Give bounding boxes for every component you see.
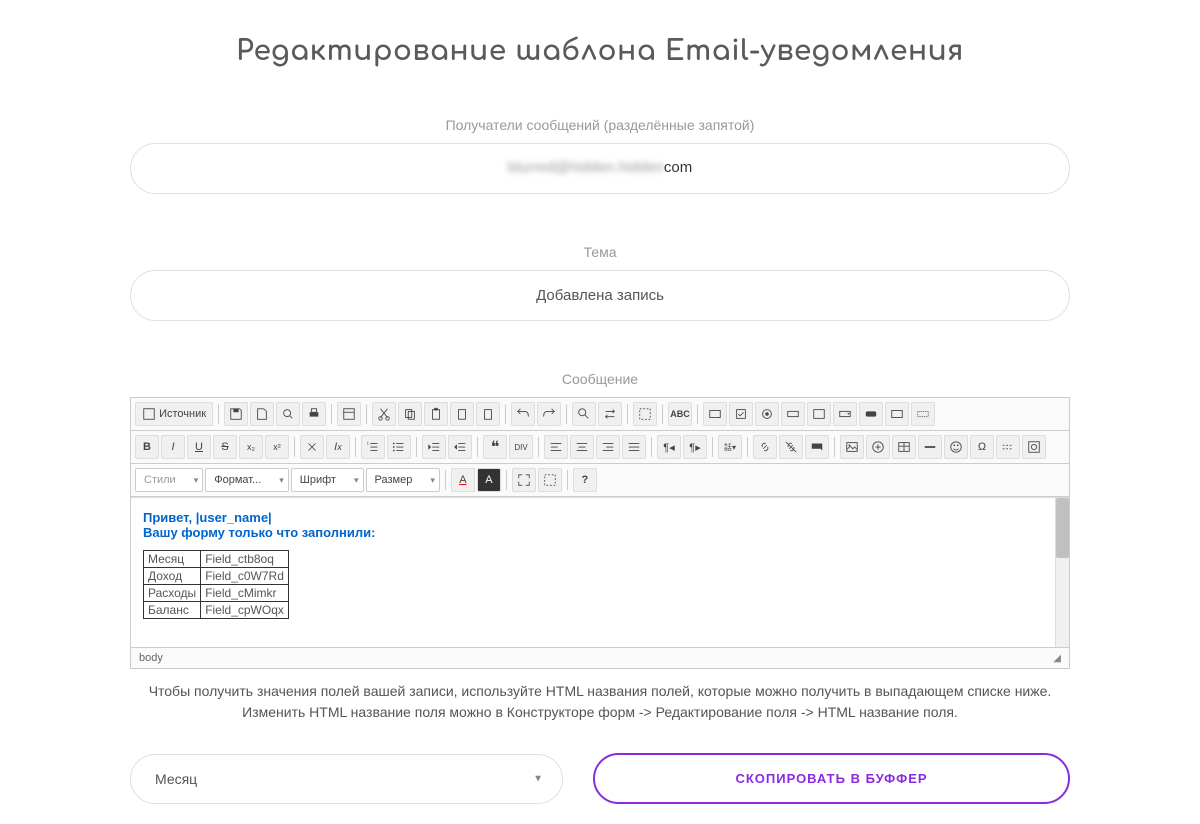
- indent-icon[interactable]: [448, 435, 472, 459]
- specialchar-icon[interactable]: Ω: [970, 435, 994, 459]
- cut-icon[interactable]: [372, 402, 396, 426]
- undo-icon[interactable]: [511, 402, 535, 426]
- flash-icon[interactable]: [866, 435, 890, 459]
- table-row: РасходыField_cMimkr: [144, 585, 289, 602]
- preview-icon[interactable]: [276, 402, 300, 426]
- table-row: ДоходField_c0W7Rd: [144, 568, 289, 585]
- redo-icon[interactable]: [537, 402, 561, 426]
- image-icon[interactable]: [840, 435, 864, 459]
- copy-icon[interactable]: [398, 402, 422, 426]
- copy-to-buffer-button[interactable]: СКОПИРОВАТЬ В БУФФЕР: [593, 753, 1070, 804]
- iframe-icon[interactable]: [1022, 435, 1046, 459]
- format-combo[interactable]: Формат...: [205, 468, 289, 492]
- recipients-input[interactable]: [130, 143, 1070, 194]
- page-title: Редактирование шаблона Email-уведомления: [130, 35, 1070, 67]
- recipients-label: Получатели сообщений (разделённые запято…: [130, 117, 1070, 133]
- hr-icon[interactable]: [918, 435, 942, 459]
- outdent-icon[interactable]: [422, 435, 446, 459]
- editor-scrollbar[interactable]: [1055, 498, 1069, 647]
- blockquote-icon[interactable]: ❝: [483, 435, 507, 459]
- radio-icon[interactable]: [755, 402, 779, 426]
- bottom-controls: Месяц ▼ СКОПИРОВАТЬ В БУФФЕР: [130, 753, 1070, 804]
- templates-icon[interactable]: [337, 402, 361, 426]
- editor-greeting: Привет, |user_name|: [143, 510, 1057, 525]
- find-icon[interactable]: [572, 402, 596, 426]
- bg-color-icon[interactable]: A: [477, 468, 501, 492]
- table-icon[interactable]: [892, 435, 916, 459]
- align-right-icon[interactable]: [596, 435, 620, 459]
- table-row: БалансField_cpWOqx: [144, 602, 289, 619]
- textfield-icon[interactable]: [781, 402, 805, 426]
- underline-icon[interactable]: U: [187, 435, 211, 459]
- field-select[interactable]: Месяц: [130, 754, 563, 804]
- spellcheck-icon[interactable]: ABC: [668, 402, 692, 426]
- superscript-icon[interactable]: x²: [265, 435, 289, 459]
- print-icon[interactable]: [302, 402, 326, 426]
- language-icon[interactable]: 話▾: [718, 435, 742, 459]
- smiley-icon[interactable]: [944, 435, 968, 459]
- pagebreak-icon[interactable]: [996, 435, 1020, 459]
- message-label: Сообщение: [130, 371, 1070, 387]
- checkbox-icon[interactable]: [729, 402, 753, 426]
- editor-content[interactable]: Привет, |user_name| Вашу форму только чт…: [131, 497, 1069, 647]
- button-icon[interactable]: [859, 402, 883, 426]
- toolbar-row-2: B I U S x₂ x² Ix 1 ❝ DIV ¶◂ ¶▸: [131, 431, 1069, 464]
- align-justify-icon[interactable]: [622, 435, 646, 459]
- new-page-icon[interactable]: [250, 402, 274, 426]
- resize-handle-icon[interactable]: ◢: [1053, 653, 1061, 664]
- show-blocks-icon[interactable]: [538, 468, 562, 492]
- copy-format-icon[interactable]: Ix: [326, 435, 350, 459]
- source-button[interactable]: Источник: [135, 402, 213, 426]
- paste-word-icon[interactable]: [476, 402, 500, 426]
- strike-icon[interactable]: S: [213, 435, 237, 459]
- bidi-ltr-icon[interactable]: ¶◂: [657, 435, 681, 459]
- editor-path: body: [139, 652, 163, 664]
- subject-label: Тема: [130, 244, 1070, 260]
- bold-icon[interactable]: B: [135, 435, 159, 459]
- hiddenfield-icon[interactable]: [911, 402, 935, 426]
- subscript-icon[interactable]: x₂: [239, 435, 263, 459]
- replace-icon[interactable]: [598, 402, 622, 426]
- bidi-rtl-icon[interactable]: ¶▸: [683, 435, 707, 459]
- select-all-icon[interactable]: [633, 402, 657, 426]
- subject-input[interactable]: [130, 270, 1070, 321]
- unlink-icon[interactable]: [779, 435, 803, 459]
- italic-icon[interactable]: I: [161, 435, 185, 459]
- align-center-icon[interactable]: [570, 435, 594, 459]
- help-text: Чтобы получить значения полей вашей запи…: [130, 681, 1070, 723]
- link-icon[interactable]: [753, 435, 777, 459]
- text-color-icon[interactable]: A: [451, 468, 475, 492]
- about-icon[interactable]: ?: [573, 468, 597, 492]
- numbered-list-icon[interactable]: 1: [361, 435, 385, 459]
- rich-text-editor: Источник ABC: [130, 397, 1070, 669]
- form-icon[interactable]: [703, 402, 727, 426]
- toolbar-row-1: Источник ABC: [131, 398, 1069, 431]
- save-icon[interactable]: [224, 402, 248, 426]
- table-row: МесяцField_ctb8oq: [144, 551, 289, 568]
- svg-text:1: 1: [367, 441, 369, 445]
- editor-status-bar: body ◢: [131, 647, 1069, 668]
- div-icon[interactable]: DIV: [509, 435, 533, 459]
- textarea-icon[interactable]: [807, 402, 831, 426]
- maximize-icon[interactable]: [512, 468, 536, 492]
- remove-format-icon[interactable]: [300, 435, 324, 459]
- editor-filled-text: Вашу форму только что заполнили:: [143, 525, 1057, 540]
- size-combo[interactable]: Размер: [366, 468, 440, 492]
- paste-icon[interactable]: [424, 402, 448, 426]
- editor-data-table: МесяцField_ctb8oq ДоходField_c0W7Rd Расх…: [143, 550, 289, 619]
- styles-combo[interactable]: Стили: [135, 468, 203, 492]
- bullet-list-icon[interactable]: [387, 435, 411, 459]
- anchor-icon[interactable]: [805, 435, 829, 459]
- align-left-icon[interactable]: [544, 435, 568, 459]
- imagebutton-icon[interactable]: [885, 402, 909, 426]
- toolbar-row-3: Стили Формат... Шрифт Размер A A ?: [131, 464, 1069, 497]
- paste-text-icon[interactable]: [450, 402, 474, 426]
- font-combo[interactable]: Шрифт: [291, 468, 364, 492]
- select-icon[interactable]: [833, 402, 857, 426]
